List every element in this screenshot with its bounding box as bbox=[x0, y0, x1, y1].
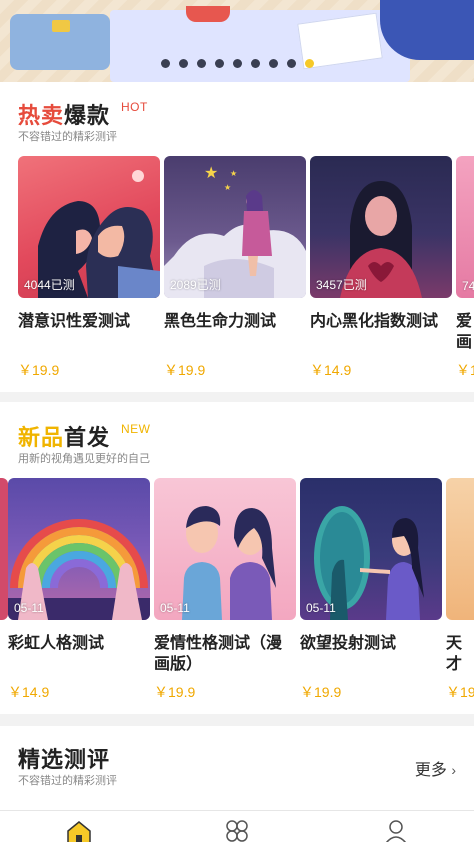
pagination-dot[interactable] bbox=[286, 59, 296, 68]
svg-text:★: ★ bbox=[224, 183, 231, 192]
svg-text:★: ★ bbox=[204, 163, 218, 182]
pagination-dot[interactable] bbox=[214, 59, 224, 68]
product-name: 彩虹人格测试 bbox=[8, 635, 105, 652]
svg-text:★: ★ bbox=[230, 169, 237, 178]
hot-title-rest: 爆款 bbox=[64, 103, 111, 128]
product-name: 天才 bbox=[446, 635, 463, 673]
product-card[interactable]: 天才 ￥19 bbox=[446, 478, 474, 700]
product-price: ￥19.9 bbox=[164, 362, 206, 378]
tab-profile[interactable] bbox=[384, 819, 408, 842]
home-icon bbox=[67, 821, 91, 842]
product-card[interactable]: 05-11 欲望投射测试 ￥19.9 bbox=[300, 478, 442, 700]
pagination-dot[interactable] bbox=[178, 59, 188, 68]
product-card[interactable] bbox=[0, 478, 8, 620]
pagination-dot[interactable] bbox=[250, 59, 260, 68]
product-price: ￥19 bbox=[446, 684, 474, 700]
product-card[interactable]: 05-11 彩虹人格测试 ￥14.9 bbox=[8, 478, 150, 700]
product-card[interactable]: 4044已测 潜意识性爱测试 ￥19.9 bbox=[18, 156, 160, 378]
product-price: ￥19.9 bbox=[300, 684, 342, 700]
product-price: ￥1 bbox=[456, 362, 474, 378]
release-date: 05-11 bbox=[160, 601, 190, 615]
product-price: ￥19.9 bbox=[154, 684, 196, 700]
product-card[interactable]: ★ ★ ★ 2089已测 黑色生命力测试 ￥19.9 bbox=[164, 156, 306, 378]
promo-banner[interactable] bbox=[0, 0, 474, 82]
test-count: 3457已测 bbox=[316, 278, 367, 292]
mirror-illustration bbox=[314, 506, 424, 620]
new-title-rest: 首发 bbox=[64, 425, 111, 450]
pagination-dot[interactable] bbox=[196, 59, 206, 68]
more-label: 更多 bbox=[414, 762, 447, 779]
hot-section-title: 热卖爆款 bbox=[18, 98, 110, 130]
product-thumbnail[interactable]: 05-11 bbox=[154, 478, 296, 620]
product-price: ￥19.9 bbox=[18, 362, 60, 378]
user-icon bbox=[385, 820, 407, 842]
product-price: ￥14.9 bbox=[310, 362, 352, 378]
bottom-tab-bar bbox=[0, 810, 474, 842]
picks-section: 精选测评 不容错过的精彩测评 更多 › bbox=[0, 726, 474, 810]
new-section-title: 新品首发 bbox=[18, 420, 110, 452]
new-section-subtitle: 用新的视角遇见更好的自己 bbox=[18, 453, 150, 465]
hot-section: 热卖爆款 HOT 不容错过的精彩测评 4044已测 潜意识性爱测试 ￥19.9 bbox=[0, 82, 474, 392]
picks-section-subtitle: 不容错过的精彩测评 bbox=[18, 775, 117, 787]
product-thumbnail[interactable]: 05-11 bbox=[300, 478, 442, 620]
product-price: ￥14.9 bbox=[8, 684, 50, 700]
picks-section-title: 精选测评 bbox=[18, 747, 111, 772]
product-name: 欲望投射测试 bbox=[300, 635, 397, 652]
product-thumbnail[interactable]: ★ ★ ★ 2089已测 bbox=[164, 156, 306, 298]
product-card[interactable]: 74 爱画 ￥1 bbox=[456, 156, 474, 378]
banner-bag-clasp bbox=[52, 20, 70, 32]
new-section: 新品首发 NEW 用新的视角遇见更好的自己 05-11 彩虹人格测试 ￥14.9… bbox=[0, 402, 474, 714]
banner-pagination bbox=[0, 59, 474, 68]
pagination-dot[interactable] bbox=[232, 59, 242, 68]
product-name: 黑色生命力测试 bbox=[164, 313, 277, 330]
pagination-dot[interactable] bbox=[304, 59, 314, 68]
product-thumbnail[interactable]: 74 bbox=[456, 156, 474, 298]
hot-tag: HOT bbox=[121, 100, 148, 114]
test-count: 2089已测 bbox=[170, 278, 221, 292]
product-thumbnail[interactable]: 4044已测 bbox=[18, 156, 160, 298]
banner-cup-illustration bbox=[186, 6, 230, 22]
test-count: 74 bbox=[462, 279, 474, 293]
product-name: 潜意识性爱测试 bbox=[18, 313, 131, 330]
more-link[interactable]: 更多 › bbox=[415, 756, 456, 780]
chevron-right-icon: › bbox=[451, 762, 456, 778]
product-name: 内心黑化指数测试 bbox=[310, 313, 439, 330]
banner-person-illustration bbox=[380, 0, 474, 60]
pagination-dot[interactable] bbox=[268, 59, 278, 68]
product-thumbnail[interactable]: 05-11 bbox=[8, 478, 150, 620]
product-name: 爱画 bbox=[456, 313, 473, 351]
product-card[interactable]: 05-11 爱情性格测试（漫画版） ￥19.9 bbox=[154, 478, 296, 700]
hot-section-subtitle: 不容错过的精彩测评 bbox=[18, 131, 117, 143]
release-date: 05-11 bbox=[306, 601, 336, 615]
product-thumbnail[interactable] bbox=[0, 478, 8, 620]
new-title-accent: 新品 bbox=[18, 425, 65, 450]
release-date: 05-11 bbox=[14, 601, 44, 615]
product-thumbnail[interactable]: 3457已测 bbox=[310, 156, 452, 298]
new-tag: NEW bbox=[121, 422, 151, 436]
product-card[interactable]: 3457已测 内心黑化指数测试 ￥14.9 bbox=[310, 156, 452, 378]
grid-icon bbox=[226, 820, 248, 842]
hot-title-accent: 热卖 bbox=[18, 103, 65, 128]
test-count: 4044已测 bbox=[24, 278, 75, 292]
hot-card-row[interactable]: 4044已测 潜意识性爱测试 ￥19.9 ★ ★ ★ 2089已测 黑色生命力测… bbox=[0, 156, 474, 396]
pagination-dot[interactable] bbox=[160, 59, 170, 68]
new-card-row[interactable]: 05-11 彩虹人格测试 ￥14.9 05-11 爱情性格测试（漫画版） ￥19… bbox=[0, 478, 474, 718]
tab-categories[interactable] bbox=[225, 819, 249, 842]
rainbow-illustration bbox=[8, 519, 150, 620]
product-thumbnail[interactable] bbox=[446, 478, 474, 620]
product-name: 爱情性格测试（漫画版） bbox=[154, 635, 283, 673]
couple-illustration bbox=[182, 506, 276, 620]
tab-home[interactable] bbox=[66, 819, 91, 842]
